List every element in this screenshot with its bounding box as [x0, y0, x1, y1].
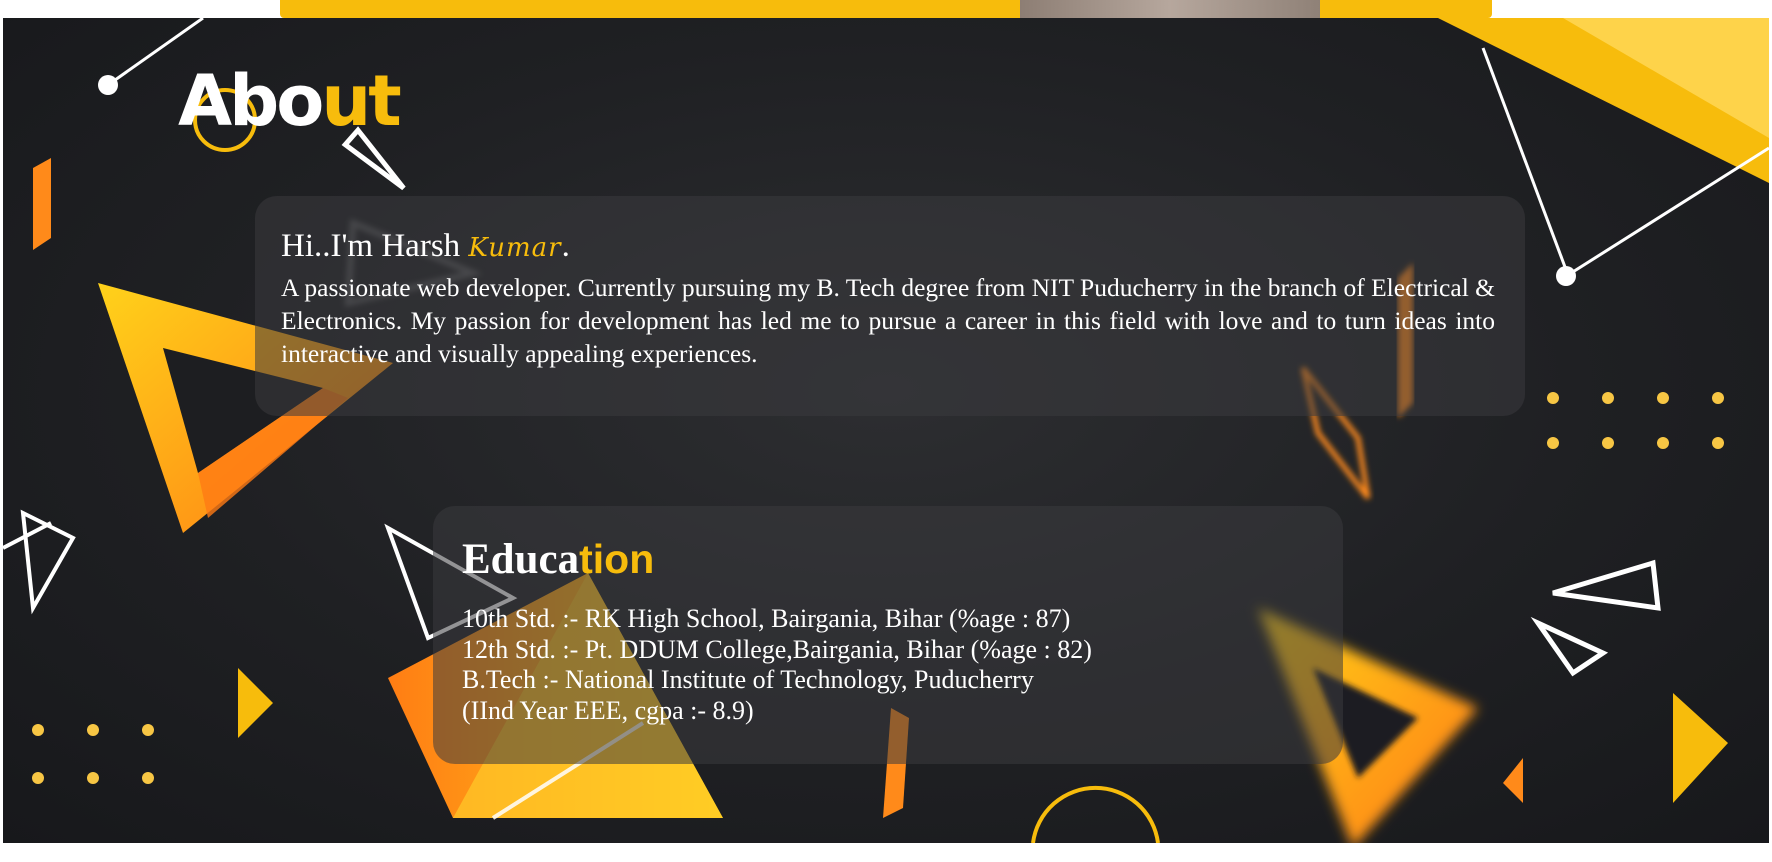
deco-top-right-line-2 — [1567, 146, 1769, 277]
deco-dot — [98, 75, 118, 95]
deco-right-outline-triangle-1 — [1552, 559, 1661, 611]
intro-greeting: Hi..I'm Harsh — [281, 228, 469, 264]
intro-period: . — [561, 228, 570, 264]
about-heading-white: Abo — [178, 60, 324, 142]
deco-yellow-arrow-left — [238, 668, 273, 738]
education-item: B.Tech :- National Institute of Technolo… — [462, 665, 1034, 694]
education-heading: Education — [462, 538, 654, 581]
deco-orange-parallelogram-left — [33, 158, 51, 250]
education-item: 12th Std. :- Pt. DDUM College,Bairgania,… — [462, 634, 1092, 664]
hero-section-bottom-edge — [280, 0, 1492, 18]
deco-top-right-dot — [1556, 266, 1576, 286]
about-description: A passionate web developer. Currently pu… — [281, 273, 1495, 368]
profile-photo-edge — [1020, 0, 1320, 18]
deco-left-outline-triangle — [20, 509, 76, 615]
deco-yellow-arrow-right — [1673, 693, 1728, 803]
deco-dots-right — [1547, 392, 1724, 449]
education-heading-gold: tion — [579, 536, 655, 582]
intro-surname: Kumar — [468, 233, 562, 263]
deco-half-ring-bottom — [1031, 785, 1160, 843]
deco-right-outline-triangle-2 — [1530, 616, 1609, 677]
education-item: (IInd Year EEE, cgpa :- 8.9) — [462, 695, 754, 725]
about-heading-gold: ut — [321, 60, 401, 142]
education-heading-white: Educa — [462, 536, 580, 583]
education-item: 10th Std. :- RK High School, Bairgania, … — [462, 604, 1071, 633]
deco-small-orange-triangle-right — [1503, 758, 1523, 803]
about-heading: About — [178, 66, 402, 136]
deco-dots-left — [32, 724, 154, 784]
education-list: 10th Std. :- RK High School, Bairgania, … — [462, 604, 1092, 726]
intro-line: Hi..I'm Harsh Kumar. — [281, 228, 570, 265]
about-section: About Hi..I'm Harsh Kumar. A passionate … — [3, 18, 1769, 843]
